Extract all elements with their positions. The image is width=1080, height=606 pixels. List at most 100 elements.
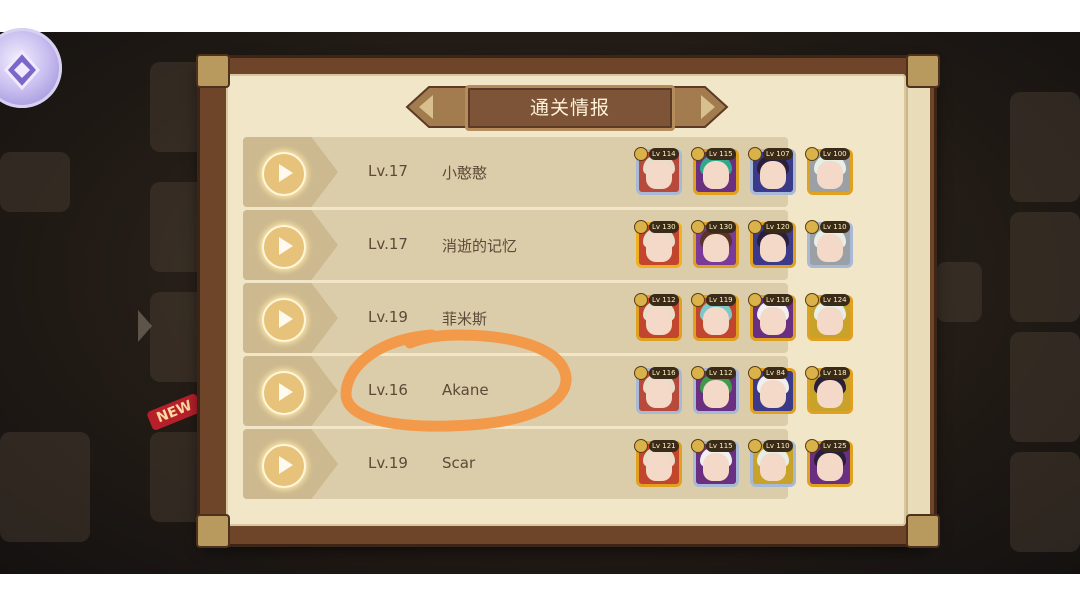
play-replay-button[interactable] <box>262 225 306 269</box>
hero-level: Lv 118 <box>820 367 850 379</box>
hero-face <box>817 453 843 481</box>
hero-face <box>817 161 843 189</box>
hero-level: Lv 112 <box>706 367 736 379</box>
hero-face <box>646 161 672 189</box>
rank-icon <box>691 439 705 453</box>
hero-level: Lv 112 <box>649 294 679 306</box>
bg-button <box>0 432 90 542</box>
bg-button <box>1010 332 1080 442</box>
rank-icon <box>748 220 762 234</box>
hero-level: Lv 84 <box>763 367 789 379</box>
hero-face <box>760 380 786 408</box>
hero-portrait[interactable]: Lv 119 <box>691 293 739 341</box>
bg-button <box>1010 452 1080 552</box>
hero-face <box>703 161 729 189</box>
hero-level: Lv 124 <box>820 294 850 306</box>
hero-portrait[interactable]: Lv 130 <box>691 220 739 268</box>
hero-level: Lv 130 <box>649 221 679 233</box>
rank-icon <box>634 439 648 453</box>
record-row[interactable]: Lv.17 消逝的记忆 Lv 130 Lv 130 Lv 120 Lv 110 <box>243 210 853 280</box>
hero-level: Lv 110 <box>820 221 850 233</box>
rank-icon <box>805 220 819 234</box>
page-edge <box>906 72 930 528</box>
hero-level: Lv 121 <box>649 440 679 452</box>
bg-button <box>1010 92 1080 202</box>
hero-face <box>703 307 729 335</box>
record-level: Lv.17 <box>368 235 408 253</box>
player-name: 小憨憨 <box>442 164 488 182</box>
hero-portrait[interactable]: Lv 121 <box>634 439 682 487</box>
play-replay-button[interactable] <box>262 444 306 488</box>
hero-portrait[interactable]: Lv 112 <box>634 293 682 341</box>
hero-face <box>646 234 672 262</box>
rank-icon <box>634 147 648 161</box>
hero-face <box>760 453 786 481</box>
hero-face <box>703 234 729 262</box>
frame-corner <box>906 514 940 548</box>
rank-icon <box>691 147 705 161</box>
title-plate: 通关情报 <box>405 79 729 133</box>
play-replay-button[interactable] <box>262 371 306 415</box>
player-name: Scar <box>442 454 476 472</box>
hero-level: Lv 114 <box>649 148 679 160</box>
hero-level: Lv 120 <box>763 221 793 233</box>
crystal-icon <box>3 49 41 91</box>
hero-portrait[interactable]: Lv 120 <box>748 220 796 268</box>
hero-portrait[interactable]: Lv 115 <box>691 439 739 487</box>
hero-portrait[interactable]: Lv 116 <box>634 366 682 414</box>
hero-portrait[interactable]: Lv 107 <box>748 147 796 195</box>
hero-portrait[interactable]: Lv 115 <box>691 147 739 195</box>
hero-portrait[interactable]: Lv 118 <box>805 366 853 414</box>
rank-icon <box>634 220 648 234</box>
rank-icon <box>748 439 762 453</box>
letterbox-bottom <box>0 574 1080 606</box>
rank-icon <box>748 366 762 380</box>
hero-portrait[interactable]: Lv 110 <box>748 439 796 487</box>
record-level: Lv.19 <box>368 454 408 472</box>
hero-level: Lv 110 <box>763 440 793 452</box>
hero-face <box>646 453 672 481</box>
hero-face <box>760 307 786 335</box>
rank-icon <box>805 366 819 380</box>
hero-portrait[interactable]: Lv 114 <box>634 147 682 195</box>
record-row[interactable]: Lv.19 Scar Lv 121 Lv 115 Lv 110 Lv 125 <box>243 429 853 499</box>
hero-level: Lv 119 <box>706 294 736 306</box>
hero-face <box>817 307 843 335</box>
record-row[interactable]: Lv.17 小憨憨 Lv 114 Lv 115 Lv 107 Lv 100 <box>243 137 853 207</box>
hero-portrait[interactable]: Lv 116 <box>748 293 796 341</box>
bg-button <box>0 152 70 212</box>
player-name: 消逝的记忆 <box>442 237 518 255</box>
hero-face <box>817 234 843 262</box>
rank-icon <box>748 293 762 307</box>
frame-corner <box>196 514 230 548</box>
hero-level: Lv 130 <box>706 221 736 233</box>
panel-title: 通关情报 <box>529 97 610 119</box>
hero-face <box>760 234 786 262</box>
rank-icon <box>691 293 705 307</box>
hero-face <box>703 380 729 408</box>
hero-portrait[interactable]: Lv 110 <box>805 220 853 268</box>
play-replay-button[interactable] <box>262 152 306 196</box>
record-level: Lv.19 <box>368 308 408 326</box>
hero-face <box>817 380 843 408</box>
hero-portrait[interactable]: Lv 100 <box>805 147 853 195</box>
hero-level: Lv 115 <box>706 440 736 452</box>
hero-level: Lv 125 <box>820 440 850 452</box>
hero-portrait[interactable]: Lv 124 <box>805 293 853 341</box>
hero-portrait[interactable]: Lv 125 <box>805 439 853 487</box>
hero-portrait[interactable]: Lv 130 <box>634 220 682 268</box>
play-replay-button[interactable] <box>262 298 306 342</box>
hero-level: Lv 116 <box>763 294 793 306</box>
hero-face <box>646 307 672 335</box>
bg-button <box>1010 212 1080 322</box>
circle-annotation <box>340 329 572 432</box>
hero-portrait[interactable]: Lv 84 <box>748 366 796 414</box>
letterbox-top <box>0 0 1080 32</box>
rank-icon <box>691 366 705 380</box>
rank-icon <box>805 439 819 453</box>
hero-level: Lv 115 <box>706 148 736 160</box>
hero-level: Lv 116 <box>649 367 679 379</box>
rank-icon <box>634 293 648 307</box>
hero-portrait[interactable]: Lv 112 <box>691 366 739 414</box>
rank-icon <box>805 147 819 161</box>
